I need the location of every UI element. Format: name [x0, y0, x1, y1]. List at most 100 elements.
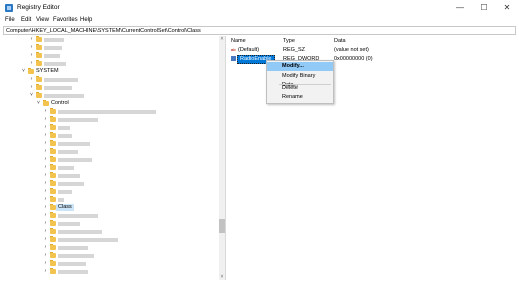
- value-name: (Default): [238, 47, 260, 53]
- chevron-right-icon[interactable]: ›: [43, 148, 48, 155]
- key-tree[interactable]: › › › › ˅ SYSTEM › › ˅ ˅ Control › › › ›…: [3, 36, 226, 280]
- chevron-right-icon[interactable]: ›: [43, 108, 48, 115]
- chevron-right-icon[interactable]: ›: [43, 188, 48, 195]
- menu-item-rename[interactable]: Rename: [267, 93, 333, 102]
- folder-icon: [50, 156, 56, 162]
- value-row-default[interactable]: ab (Default) REG_SZ (value not set): [228, 46, 516, 54]
- tree-label-control[interactable]: Control: [51, 100, 69, 107]
- menu-file[interactable]: File: [5, 17, 15, 23]
- title-bar: Registry Editor — ☐ ✕: [0, 0, 519, 16]
- menu-item-modify-label: Modify...: [282, 63, 304, 69]
- chevron-right-icon[interactable]: ›: [29, 36, 34, 43]
- chevron-right-icon[interactable]: ›: [29, 84, 34, 91]
- menu-bar: File Edit View Favorites Help: [0, 16, 519, 26]
- menu-view[interactable]: View: [36, 17, 49, 23]
- value-data: 0x00000000 (0): [334, 56, 373, 62]
- redacted-key-name: [58, 213, 98, 218]
- folder-icon: [50, 244, 56, 250]
- redacted-key-name: [58, 269, 88, 274]
- address-path[interactable]: Computer\HKEY_LOCAL_MACHINE\SYSTEM\Curre…: [6, 28, 201, 34]
- redacted-key-name: [58, 125, 70, 130]
- chevron-down-icon[interactable]: ˅: [29, 92, 34, 99]
- chevron-right-icon[interactable]: ›: [43, 252, 48, 259]
- folder-icon: [50, 188, 56, 194]
- folder-icon: [50, 124, 56, 130]
- redacted-key-name: [58, 253, 94, 258]
- folder-icon: [50, 228, 56, 234]
- chevron-right-icon[interactable]: ›: [43, 140, 48, 147]
- chevron-right-icon[interactable]: ›: [29, 76, 34, 83]
- chevron-right-icon[interactable]: ›: [43, 180, 48, 187]
- chevron-right-icon[interactable]: ›: [43, 156, 48, 163]
- minimize-button[interactable]: —: [449, 2, 471, 14]
- scroll-up-icon[interactable]: ˄: [219, 36, 225, 42]
- folder-icon: [28, 68, 34, 74]
- scroll-down-icon[interactable]: ˅: [219, 274, 225, 280]
- dword-value-icon: [231, 56, 236, 61]
- menu-item-rename-label: Rename: [282, 94, 303, 100]
- chevron-right-icon[interactable]: ›: [43, 132, 48, 139]
- folder-icon: [50, 212, 56, 218]
- folder-icon: [43, 100, 49, 106]
- redacted-key-name: [58, 149, 78, 154]
- column-header-name[interactable]: Name: [231, 38, 246, 44]
- address-bar[interactable]: Computer\HKEY_LOCAL_MACHINE\SYSTEM\Curre…: [3, 26, 516, 35]
- folder-icon: [50, 164, 56, 170]
- folder-icon: [50, 252, 56, 258]
- window-title: Registry Editor: [17, 4, 60, 11]
- menu-item-modify[interactable]: Modify...: [267, 62, 333, 71]
- folder-icon: [50, 180, 56, 186]
- folder-icon: [36, 52, 42, 58]
- string-value-icon: ab: [231, 47, 236, 52]
- tree-label-system[interactable]: SYSTEM: [36, 68, 59, 75]
- redacted-key-name: [58, 165, 74, 170]
- redacted-key-name: [44, 53, 60, 58]
- tree-scroll-thumb[interactable]: [219, 219, 225, 233]
- chevron-right-icon[interactable]: ›: [43, 172, 48, 179]
- maximize-button[interactable]: ☐: [473, 2, 495, 14]
- chevron-right-icon[interactable]: ›: [43, 116, 48, 123]
- chevron-right-icon[interactable]: ›: [43, 204, 48, 211]
- redacted-key-name: [58, 157, 92, 162]
- folder-icon: [50, 172, 56, 178]
- folder-icon: [36, 36, 42, 42]
- folder-icon: [50, 196, 56, 202]
- redacted-key-name: [58, 109, 156, 114]
- chevron-right-icon[interactable]: ›: [29, 52, 34, 59]
- value-type: REG_SZ: [283, 47, 306, 53]
- chevron-down-icon[interactable]: ˅: [21, 68, 26, 75]
- menu-edit[interactable]: Edit: [21, 17, 31, 23]
- chevron-right-icon[interactable]: ›: [43, 236, 48, 243]
- menu-favorites[interactable]: Favorites: [53, 17, 78, 23]
- folder-icon: [50, 116, 56, 122]
- redacted-key-name: [44, 85, 72, 90]
- chevron-right-icon[interactable]: ›: [43, 212, 48, 219]
- menu-help[interactable]: Help: [80, 17, 92, 23]
- tree-scrollbar[interactable]: [219, 36, 225, 280]
- redacted-key-name: [44, 61, 66, 66]
- tree-label-class[interactable]: Class: [56, 204, 74, 211]
- column-header-data[interactable]: Data: [334, 38, 346, 44]
- registry-editor-icon: [5, 4, 13, 12]
- chevron-down-icon[interactable]: ˅: [36, 100, 41, 107]
- close-button[interactable]: ✕: [496, 2, 518, 14]
- chevron-right-icon[interactable]: ›: [43, 220, 48, 227]
- chevron-right-icon[interactable]: ›: [43, 244, 48, 251]
- redacted-key-name: [44, 93, 84, 98]
- menu-item-delete[interactable]: Delete: [267, 84, 333, 93]
- chevron-right-icon[interactable]: ›: [29, 44, 34, 51]
- chevron-right-icon[interactable]: ›: [43, 196, 48, 203]
- folder-icon: [50, 148, 56, 154]
- chevron-right-icon[interactable]: ›: [43, 164, 48, 171]
- value-data: (value not set): [334, 47, 369, 53]
- chevron-right-icon[interactable]: ›: [43, 260, 48, 267]
- redacted-key-name: [58, 221, 80, 226]
- menu-item-modify-binary[interactable]: Modify Binary Data...: [267, 72, 333, 88]
- chevron-right-icon[interactable]: ›: [43, 124, 48, 131]
- column-header-type[interactable]: Type: [283, 38, 295, 44]
- redacted-key-name: [44, 77, 78, 82]
- chevron-right-icon[interactable]: ›: [29, 60, 34, 67]
- folder-icon: [50, 140, 56, 146]
- chevron-right-icon[interactable]: ›: [43, 268, 48, 275]
- chevron-right-icon[interactable]: ›: [43, 228, 48, 235]
